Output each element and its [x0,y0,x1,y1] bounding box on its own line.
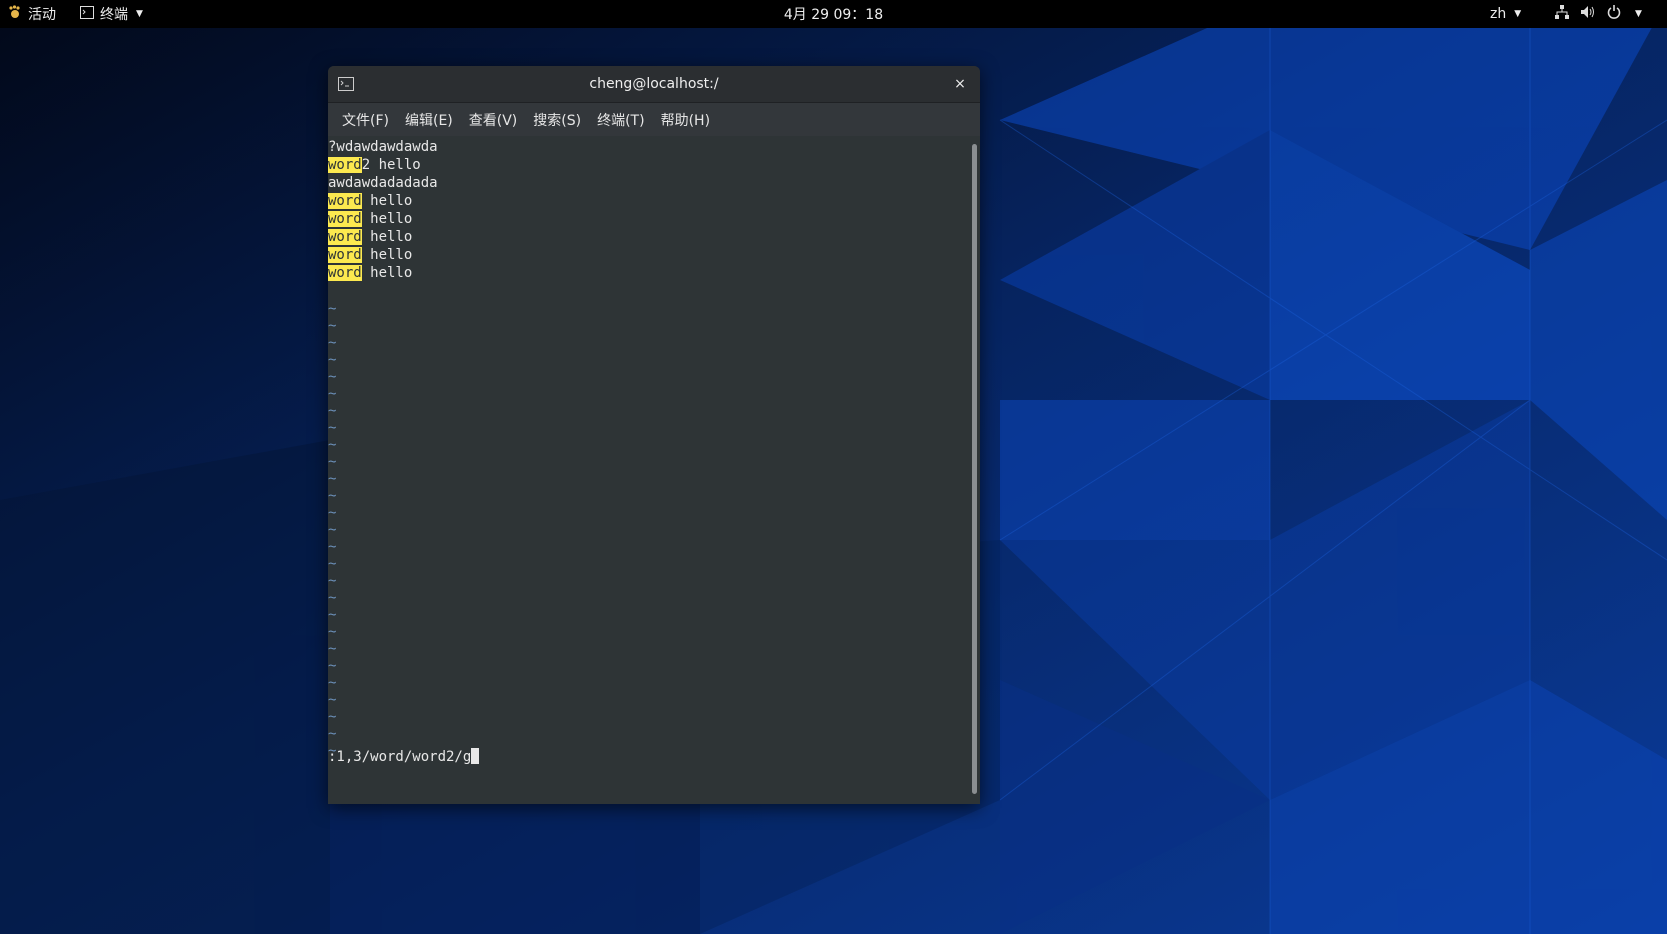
menu-search[interactable]: 搜索(S) [525,110,589,130]
chevron-down-icon: ▼ [136,9,143,19]
empty-line-tilde: ~ [328,709,337,725]
text-cursor [471,748,480,764]
scrollbar-thumb[interactable] [972,144,977,794]
empty-line-tilde: ~ [328,301,337,317]
menu-view[interactable]: 查看(V) [461,110,526,130]
text-line: word hello [328,210,412,228]
gnome-foot-icon [8,5,22,23]
terminal-icon [80,5,94,23]
line-text: awdawdadadada [328,175,438,191]
empty-line-tilde: ~ [328,318,337,334]
empty-line-tilde: ~ [328,573,337,589]
text-line: word hello [328,264,412,282]
close-button[interactable]: × [946,70,974,98]
menu-edit[interactable]: 编辑(E) [397,110,461,130]
menu-terminal[interactable]: 终端(T) [589,110,652,130]
line-text: hello [361,193,413,209]
app-menu-label: 终端 [100,7,128,23]
line-text: hello [361,211,413,227]
clock-container: 4月 29 09：18 [0,0,1667,28]
empty-line-tilde: ~ [328,590,337,606]
clock[interactable]: 4月 29 09：18 [784,4,883,24]
empty-line-tilde: ~ [328,369,337,385]
terminal-window: cheng@localhost:/ × 文件(F) 编辑(E) 查看(V) 搜索… [328,66,980,804]
line-text: hello [361,229,413,245]
power-icon [1607,5,1621,23]
empty-line-tilde: ~ [328,505,337,521]
scrollbar[interactable] [968,136,980,804]
empty-line-tilde: ~ [328,403,337,419]
text-line: word hello [328,192,412,210]
top-bar: 活动 终端 ▼ 4月 29 09：18 zh ▼ ▼ [0,0,1667,28]
volume-icon [1581,5,1595,23]
language-label: zh [1490,6,1507,22]
search-match: word [328,265,362,281]
search-match: word [328,229,362,245]
text-line: word2 hello [328,156,421,174]
empty-line-tilde: ~ [328,420,337,436]
line-text: ?wdawdawdawda [328,139,438,155]
line-text: 2 hello [361,157,421,173]
network-icon [1555,5,1569,23]
command-text: :1,3/word/word2/g [328,749,472,765]
close-icon: × [954,76,966,92]
language-selector[interactable]: zh ▼ [1490,0,1521,28]
line-text: hello [361,247,413,263]
empty-line-tilde: ~ [328,556,337,572]
empty-line-tilde: ~ [328,471,337,487]
empty-line-tilde: ~ [328,335,337,351]
search-match: word [328,211,362,227]
empty-line-tilde: ~ [328,607,337,623]
empty-line-tilde: ~ [328,437,337,453]
menu-help[interactable]: 帮助(H) [653,110,718,130]
line-text: hello [361,265,413,281]
chevron-down-icon: ▼ [1514,9,1522,19]
activities-label: 活动 [28,7,56,23]
empty-line-tilde: ~ [328,692,337,708]
chevron-down-icon: ▼ [1635,9,1642,19]
terminal-content[interactable]: ?wdawdawdawda word2 hello awdawdadadada wor… [328,136,968,804]
title-bar[interactable]: cheng@localhost:/ × [328,66,980,103]
empty-line-tilde: ~ [328,658,337,674]
empty-line-tilde: ~ [328,522,337,538]
system-menu[interactable]: ▼ [1555,0,1642,28]
empty-line-tilde: ~ [328,641,337,657]
menu-file[interactable]: 文件(F) [334,110,397,130]
window-title: cheng@localhost:/ [589,76,719,92]
empty-line-tilde: ~ [328,726,337,742]
empty-line-tilde: ~ [328,488,337,504]
empty-line-tilde: ~ [328,539,337,555]
command-line[interactable]: :1,3/word/word2/g [328,748,480,766]
text-line: word hello [328,228,412,246]
search-match: word [328,247,362,263]
empty-line-tilde: ~ [328,624,337,640]
menu-bar: 文件(F) 编辑(E) 查看(V) 搜索(S) 终端(T) 帮助(H) [328,103,980,137]
empty-line-tilde: ~ [328,454,337,470]
empty-line-tilde: ~ [328,352,337,368]
search-match: word [328,193,362,209]
empty-line-tilde: ~ [328,386,337,402]
activities-button[interactable]: 活动 [8,0,56,28]
search-match: word [328,157,362,173]
app-menu[interactable]: 终端 ▼ [80,0,143,28]
text-line: ?wdawdawdawda [328,138,438,156]
text-line: awdawdadadada [328,174,438,192]
empty-line-tilde: ~ [328,675,337,691]
text-line: word hello [328,246,412,264]
